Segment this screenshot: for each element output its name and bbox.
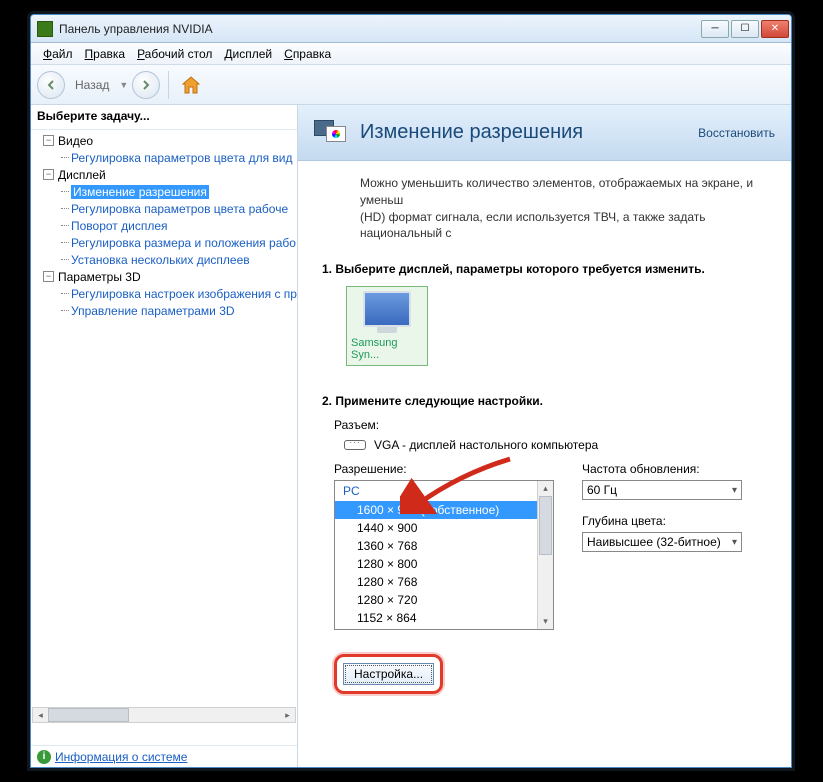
- tree-item-image-settings-preview[interactable]: Регулировка настроек изображения с пр: [31, 285, 297, 302]
- back-button[interactable]: [37, 71, 65, 99]
- resolution-option[interactable]: 1600 × 900 (собственное): [335, 501, 553, 519]
- info-icon: i: [37, 750, 51, 764]
- nvidia-control-panel-window: Панель управления NVIDIA ─ ☐ ✕ Файл Прав…: [30, 14, 792, 768]
- tree-item-desktop-color[interactable]: Регулировка параметров цвета рабоче: [31, 200, 297, 217]
- page-description: Можно уменьшить количество элементов, от…: [360, 175, 775, 242]
- config-button-highlight: Настройка...: [334, 654, 443, 694]
- close-button[interactable]: ✕: [761, 20, 789, 38]
- display-selector[interactable]: Samsung Syn...: [346, 286, 428, 366]
- menu-help[interactable]: Справка: [278, 45, 337, 63]
- titlebar[interactable]: Панель управления NVIDIA ─ ☐ ✕: [31, 15, 791, 43]
- back-dropdown-icon[interactable]: ▼: [119, 80, 128, 90]
- depth-label: Глубина цвета:: [582, 514, 742, 528]
- resolution-group-pc: PC: [335, 481, 553, 501]
- refresh-label: Частота обновления:: [582, 462, 742, 476]
- menubar: Файл Правка Рабочий стол Дисплей Справка: [31, 43, 791, 65]
- collapse-icon[interactable]: −: [43, 271, 54, 282]
- toolbar-separator: [168, 71, 169, 99]
- scroll-left-icon[interactable]: ◂: [33, 708, 48, 722]
- tree-item-video-color[interactable]: Регулировка параметров цвета для вид: [31, 149, 297, 166]
- back-label: Назад: [69, 78, 115, 92]
- resolution-label: Разрешение:: [334, 462, 554, 476]
- window-title: Панель управления NVIDIA: [59, 22, 699, 36]
- resolution-header-icon: [314, 118, 350, 148]
- resolution-option[interactable]: 1280 × 720: [335, 591, 553, 609]
- page-title: Изменение разрешения: [360, 121, 698, 144]
- tree-cat-3d[interactable]: −Параметры 3D: [31, 268, 297, 285]
- scroll-down-icon[interactable]: ▾: [538, 614, 553, 629]
- tree-item-multiple-displays[interactable]: Установка нескольких дисплеев: [31, 251, 297, 268]
- page-header: Изменение разрешения Восстановить: [298, 105, 791, 161]
- tree-item-adjust-size-position[interactable]: Регулировка размера и положения рабо: [31, 234, 297, 251]
- restore-link[interactable]: Восстановить: [698, 126, 775, 140]
- home-button[interactable]: [177, 71, 205, 99]
- monitor-icon: [363, 291, 411, 327]
- task-tree-pane: Выберите задачу... −Видео Регулировка па…: [31, 105, 298, 767]
- resolution-option[interactable]: 1280 × 768: [335, 573, 553, 591]
- toolbar: Назад ▼: [31, 65, 791, 105]
- scroll-thumb[interactable]: [48, 708, 129, 722]
- minimize-button[interactable]: ─: [701, 20, 729, 38]
- connector-field: Разъем:: [334, 418, 775, 432]
- system-info-link[interactable]: Информация о системе: [55, 750, 187, 764]
- collapse-icon[interactable]: −: [43, 169, 54, 180]
- menu-file[interactable]: Файл: [37, 45, 79, 63]
- menu-desktop[interactable]: Рабочий стол: [131, 45, 218, 63]
- scroll-up-icon[interactable]: ▴: [538, 481, 553, 496]
- maximize-button[interactable]: ☐: [731, 20, 759, 38]
- vga-icon: [344, 440, 366, 450]
- connector-label: Разъем:: [334, 418, 775, 432]
- step2-heading: 2. Примените следующие настройки.: [322, 394, 775, 408]
- collapse-icon[interactable]: −: [43, 135, 54, 146]
- color-depth-combo[interactable]: Наивысшее (32-битное): [582, 532, 742, 552]
- resolution-option[interactable]: 1360 × 768: [335, 537, 553, 555]
- tree-horizontal-scrollbar[interactable]: ◂ ▸: [32, 707, 296, 723]
- resolution-listbox[interactable]: PC 1600 × 900 (собственное) 1440 × 900 1…: [334, 480, 554, 630]
- resolution-option[interactable]: 1280 × 800: [335, 555, 553, 573]
- listbox-scrollbar[interactable]: ▴ ▾: [537, 481, 553, 629]
- tree-header: Выберите задачу...: [31, 105, 297, 130]
- menu-edit[interactable]: Правка: [79, 45, 132, 63]
- step1-heading: 1. Выберите дисплей, параметры которого …: [322, 262, 775, 276]
- scroll-thumb[interactable]: [539, 496, 552, 555]
- resolution-option[interactable]: 1152 × 864: [335, 609, 553, 627]
- display-name: Samsung Syn...: [351, 337, 423, 361]
- tree-cat-video[interactable]: −Видео: [31, 132, 297, 149]
- tree-item-change-resolution[interactable]: Изменение разрешения: [31, 183, 297, 200]
- content-pane: Изменение разрешения Восстановить Можно …: [298, 105, 791, 767]
- tree-footer: i Информация о системе: [31, 745, 297, 767]
- forward-button[interactable]: [132, 71, 160, 99]
- tree-item-rotate-display[interactable]: Поворот дисплея: [31, 217, 297, 234]
- tree-cat-display[interactable]: −Дисплей: [31, 166, 297, 183]
- refresh-rate-combo[interactable]: 60 Гц: [582, 480, 742, 500]
- tree-item-manage-3d[interactable]: Управление параметрами 3D: [31, 302, 297, 319]
- scroll-right-icon[interactable]: ▸: [280, 708, 295, 722]
- customize-button[interactable]: Настройка...: [343, 663, 434, 685]
- resolution-option[interactable]: 1440 × 900: [335, 519, 553, 537]
- menu-display[interactable]: Дисплей: [218, 45, 278, 63]
- connector-value: VGA - дисплей настольного компьютера: [374, 438, 598, 452]
- nvidia-icon: [37, 21, 53, 37]
